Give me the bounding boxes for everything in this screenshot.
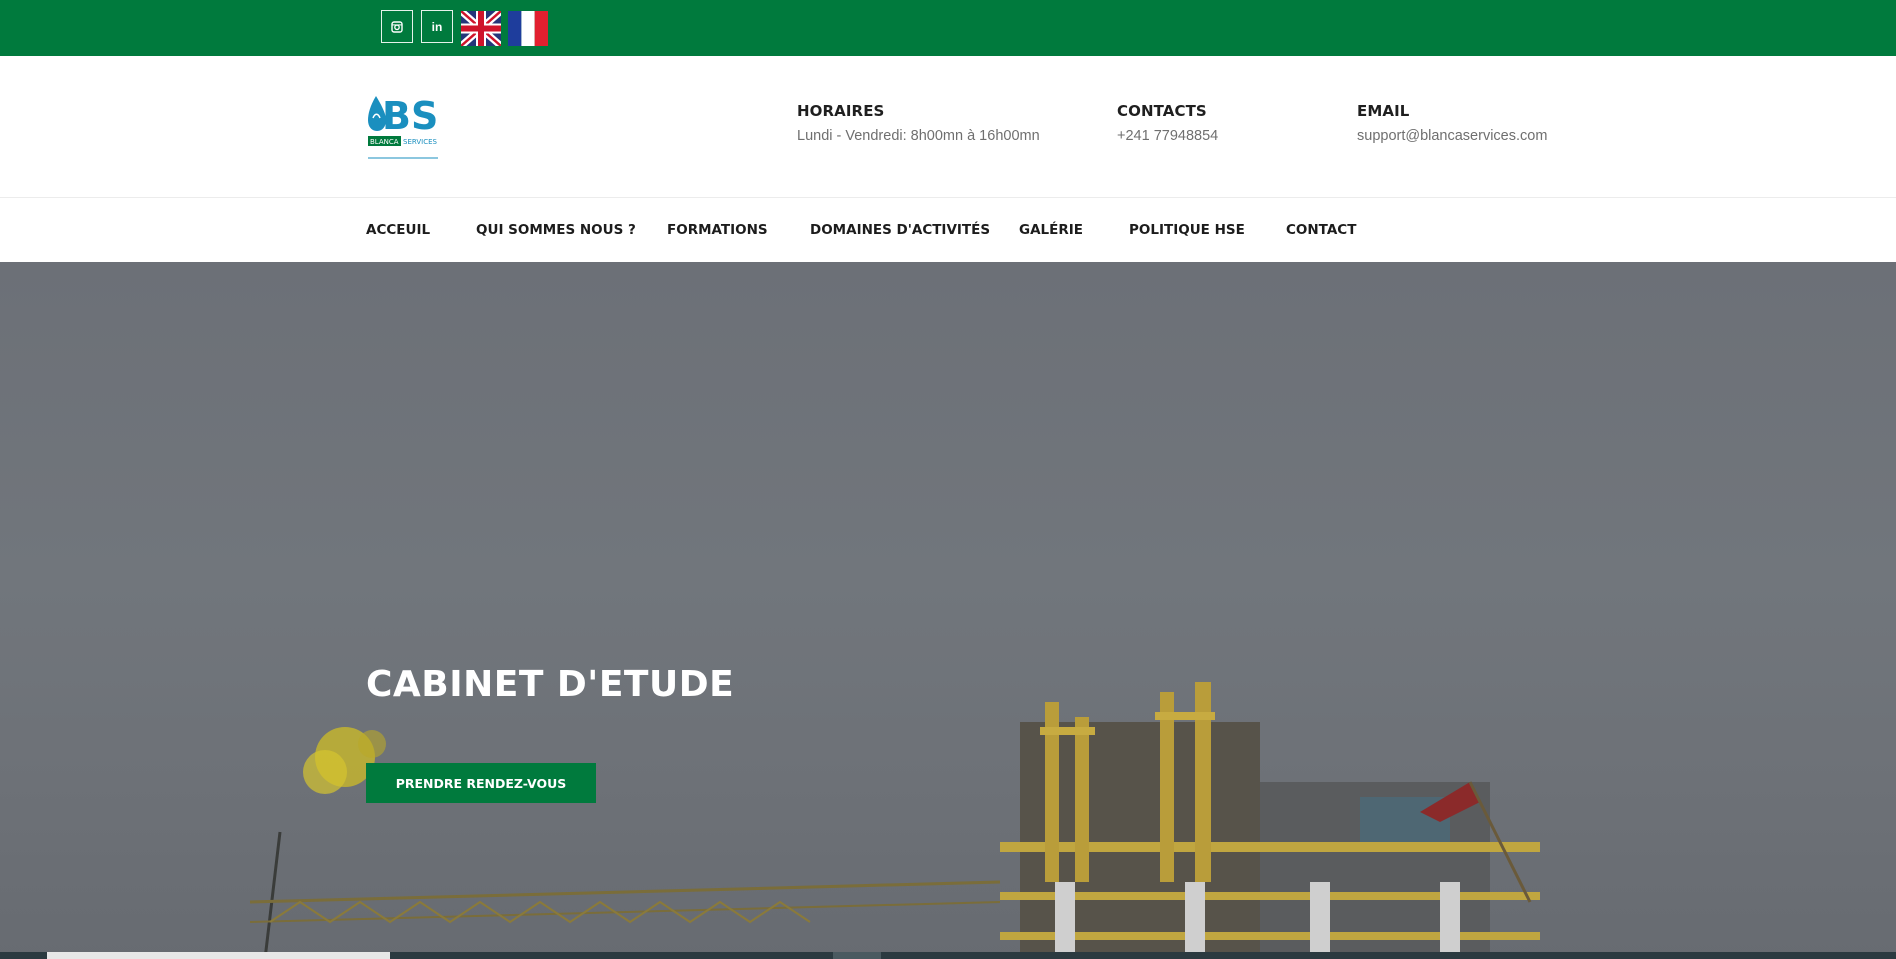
hours-label: HORAIRES xyxy=(797,102,885,120)
nav-item-formations[interactable]: FORMATIONS xyxy=(667,222,768,238)
nav-item-qui-sommes-nous[interactable]: QUI SOMMES NOUS ? xyxy=(476,222,636,238)
nav-item-accueil[interactable]: ACCEUIL xyxy=(366,222,430,238)
logo-monogram: BS xyxy=(382,94,438,138)
bottom-strip-mid-segment xyxy=(833,952,881,959)
phone-value[interactable]: +241 77948854 xyxy=(1117,128,1218,144)
hero-slider: CABINET D'ETUDE PRENDRE RENDEZ-VOUS xyxy=(0,262,1896,959)
france-flag-icon[interactable] xyxy=(508,11,548,46)
contacts-block: CONTACTS +241 77948854 xyxy=(1117,102,1218,144)
email-value[interactable]: support@blancaservices.com xyxy=(1357,128,1547,144)
book-appointment-button[interactable]: PRENDRE RENDEZ-VOUS xyxy=(366,763,596,803)
nav-item-contact[interactable]: CONTACT xyxy=(1286,222,1356,238)
email-block: EMAIL support@blancaservices.com xyxy=(1357,102,1547,144)
bottom-strip-light-segment xyxy=(47,952,390,959)
site-header: BS SERVICES BLANCA HORAIRES Lundi - Vend… xyxy=(0,56,1896,198)
linkedin-glyph: in xyxy=(431,19,443,34)
instagram-icon[interactable] xyxy=(381,10,413,43)
main-nav: ACCEUIL QUI SOMMES NOUS ? FORMATIONS DOM… xyxy=(0,198,1896,262)
uk-flag-icon[interactable] xyxy=(461,11,501,46)
logo-subtitle-services: SERVICES xyxy=(403,138,438,146)
nav-item-politique-hse[interactable]: POLITIQUE HSE xyxy=(1129,222,1245,238)
nav-item-domaines-activites[interactable]: DOMAINES D'ACTIVITÉS xyxy=(810,222,990,238)
top-bar: in xyxy=(0,0,1896,56)
hero-title: CABINET D'ETUDE xyxy=(366,664,735,705)
contacts-label: CONTACTS xyxy=(1117,102,1207,120)
email-label: EMAIL xyxy=(1357,102,1410,120)
company-logo[interactable]: BS SERVICES BLANCA xyxy=(366,88,440,166)
linkedin-icon[interactable]: in xyxy=(421,10,453,43)
bottom-strip xyxy=(0,952,1896,959)
logo-subtitle-blanca: BLANCA xyxy=(370,138,399,146)
instagram-glyph xyxy=(391,20,403,33)
hours-block: HORAIRES Lundi - Vendredi: 8h00mn à 16h0… xyxy=(797,102,1040,144)
nav-item-galerie[interactable]: GALÉRIE xyxy=(1019,222,1083,238)
hours-value: Lundi - Vendredi: 8h00mn à 16h00mn xyxy=(797,128,1040,144)
hero-background-image xyxy=(249,682,1540,959)
